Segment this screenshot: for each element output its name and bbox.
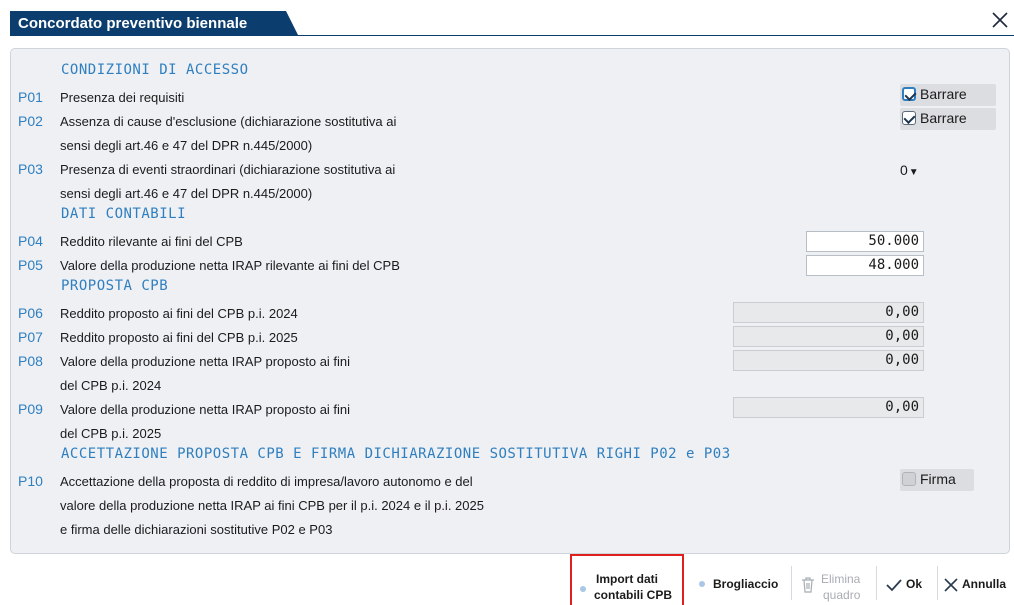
section-title-access: CONDIZIONI DI ACCESSO [61,62,249,78]
annulla-label: Annulla [962,577,1006,591]
section-title-accounting: DATI CONTABILI [61,206,187,222]
row-label-p08-line1: Valore della produzione netta IRAP propo… [60,354,351,369]
row-label-p02-line2: sensi degli art.46 e 47 del DPR n.445/20… [60,138,313,153]
row-code-p02: P02 [18,113,43,129]
checkbox-p10[interactable]: Firma [900,469,974,491]
input-p09: 0,00 [733,397,924,418]
checkbox-p02[interactable]: Barrare [900,108,996,130]
row-label-p06: Reddito proposto ai fini del CPB p.i. 20… [60,306,298,321]
checkbox-label-p10: Firma [920,471,956,487]
row-code-p06: P06 [18,305,43,321]
row-code-p09: P09 [18,401,43,417]
brogliaccio-label: Brogliaccio [713,577,779,591]
row-label-p07: Reddito proposto ai fini del CPB p.i. 20… [60,330,298,345]
row-label-p02-line1: Assenza di cause d'esclusione (dichiaraz… [60,114,397,129]
row-code-p07: P07 [18,329,43,345]
row-code-p08: P08 [18,353,43,369]
checkbox-checked-icon [902,87,916,101]
import-dot-icon [580,586,586,592]
checkbox-checked-icon [902,111,916,125]
import-label-line2: contabili CPB [594,588,673,602]
select-p03-value: 0 [900,162,908,178]
checkbox-label-p01: Barrare [920,86,967,102]
window-title: Concordato preventivo biennale [18,15,248,32]
elimina-quadro-button[interactable]: Elimina quadro [799,566,875,602]
toolbar-separator [791,566,792,600]
input-p08: 0,00 [733,350,924,371]
row-label-p10-line1: Accettazione della proposta di reddito d… [60,474,473,489]
row-code-p01: P01 [18,89,43,105]
close-icon [944,578,958,592]
title-underline [10,35,1014,36]
row-label-p01: Presenza dei requisiti [60,90,185,105]
checkbox-label-p02: Barrare [920,110,967,126]
input-p05[interactable]: 48.000 [806,255,924,276]
chevron-down-icon: ▼ [908,167,919,178]
row-label-p08-line2: del CPB p.i. 2024 [60,378,162,393]
ok-button[interactable]: Ok [884,566,934,602]
annulla-button[interactable]: Annulla [942,566,1014,602]
title-bar: Concordato preventivo biennale [0,0,1014,36]
import-dati-contabili-button[interactable]: Import dati contabili CPB [578,566,682,602]
row-label-p03-line2: sensi degli art.46 e 47 del DPR n.445/20… [60,186,313,201]
input-p07: 0,00 [733,326,924,347]
section-title-proposal: PROPOSTA CPB [61,278,169,294]
brogliaccio-dot-icon [699,581,705,587]
row-code-p10: P10 [18,473,43,489]
row-code-p05: P05 [18,257,43,273]
brogliaccio-button[interactable]: Brogliaccio [697,566,785,602]
ok-label: Ok [906,577,923,591]
section-title-acceptance: ACCETTAZIONE PROPOSTA CPB E FIRMA DICHIA… [61,446,731,462]
row-label-p03-line1: Presenza di eventi straordinari (dichiar… [60,162,396,177]
row-label-p09-line1: Valore della produzione netta IRAP propo… [60,402,351,417]
check-icon [886,579,902,592]
row-code-p03: P03 [18,161,43,177]
elimina-label-line1: Elimina [821,572,861,586]
elimina-label-line2: quadro [823,588,861,602]
import-label-line1: Import dati [596,572,658,586]
input-p06: 0,00 [733,302,924,323]
select-p03[interactable]: 0▼ [900,162,919,178]
row-label-p10-line2: valore della produzione netta IRAP ai fi… [60,498,484,513]
row-label-p04: Reddito rilevante ai fini del CPB [60,234,243,249]
row-label-p10-line3: e firma delle dichiarazioni sostitutive … [60,522,333,537]
checkbox-unchecked-icon [902,472,916,486]
row-code-p04: P04 [18,233,43,249]
toolbar-separator [876,566,877,600]
checkbox-p01[interactable]: Barrare [900,84,996,106]
row-label-p09-line2: del CPB p.i. 2025 [60,426,162,441]
input-p04[interactable]: 50.000 [806,231,924,252]
row-label-p05: Valore della produzione netta IRAP rilev… [60,258,400,273]
toolbar-separator [937,566,938,600]
close-icon[interactable] [990,11,1010,33]
trash-icon [802,577,814,593]
